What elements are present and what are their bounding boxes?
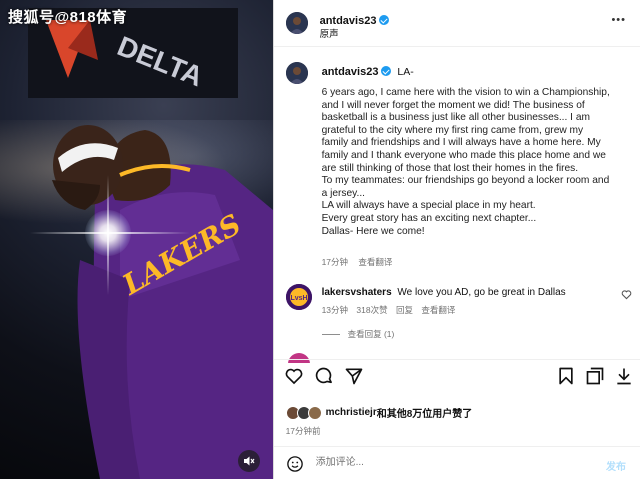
- action-bar: [284, 366, 631, 394]
- add-comment-bar: 发布: [273, 446, 640, 480]
- caption-translate-link[interactable]: 查看翻译: [358, 257, 392, 267]
- heart-icon[interactable]: [284, 366, 304, 386]
- caption-meta: 17分钟 查看翻译: [322, 256, 393, 268]
- smiley-icon[interactable]: [286, 455, 304, 473]
- comment-time: 13分钟: [321, 305, 349, 315]
- caption-line: and I will never forget the moment we di…: [321, 99, 585, 111]
- post-caption: 6 years ago, I came here with the vision…: [322, 87, 627, 238]
- comment-body: lakersvshaters We love you AD, go be gre…: [322, 287, 612, 298]
- comment-icon[interactable]: [314, 366, 334, 386]
- caption-line: To my teammates: our friendships go beyo…: [321, 175, 610, 187]
- post-side-panel: antdavis23 原声 ••• antdavis23 LA- 6 years…: [272, 0, 640, 480]
- verified-badge-icon: [381, 66, 392, 76]
- player-figure: LAKERS: [52, 125, 273, 479]
- post-comment-button[interactable]: 发布: [606, 458, 626, 473]
- commenter-username[interactable]: lakersvshaters: [322, 287, 392, 298]
- caption-line: LA will always have a special place in m…: [321, 200, 536, 212]
- bookmark-icon[interactable]: [556, 366, 576, 386]
- heart-outline-icon[interactable]: [621, 289, 632, 300]
- commenter-avatar[interactable]: LvsH: [285, 284, 312, 310]
- liker-username[interactable]: mchristiejr: [326, 407, 377, 418]
- verified-badge-icon: [379, 15, 390, 25]
- speaker-muted-icon: [244, 456, 255, 466]
- liker-avatar: [307, 405, 322, 420]
- source-watermark: 搜狐号@818体育: [8, 9, 128, 26]
- more-dots-icon[interactable]: •••: [611, 14, 626, 26]
- caption-line: family and friendships and I will always…: [321, 137, 601, 149]
- caption-line: basketball is a business just like all o…: [321, 112, 590, 124]
- next-comment-avatar: [287, 353, 310, 363]
- post-header: antdavis23 原声 •••: [273, 0, 640, 47]
- mute-toggle-button[interactable]: [238, 450, 260, 472]
- caption-time: 17分钟: [321, 257, 349, 267]
- caption-line: a jersey...: [321, 187, 365, 199]
- send-icon[interactable]: [344, 366, 364, 386]
- reply-link[interactable]: 回复: [396, 305, 413, 315]
- caption-line: grateful to the city where my first ring…: [321, 124, 584, 136]
- download-icon[interactable]: [614, 366, 634, 386]
- caption-line: Dallas- Here we come!: [321, 225, 425, 237]
- caption-opening: LA-: [397, 66, 414, 78]
- post-photo[interactable]: DELTA LAKERS 搜狐号@818体育: [0, 0, 273, 479]
- comment-text: We love you AD, go be great in Dallas: [397, 287, 566, 298]
- comment-like-count[interactable]: 318次赞: [356, 305, 387, 315]
- svg-text:LvsH: LvsH: [290, 295, 307, 302]
- caption-author-avatar[interactable]: [285, 62, 308, 84]
- comment-translate-link[interactable]: 查看翻译: [421, 305, 455, 315]
- caption-line: are still thinking of those that lost th…: [321, 162, 579, 174]
- caption-line: Every great story has an exciting next c…: [321, 212, 537, 224]
- comment-input[interactable]: [313, 456, 518, 469]
- audio-label[interactable]: 原声: [320, 26, 339, 40]
- caption-line: 6 years ago, I came here with the vision…: [321, 87, 610, 98]
- comment-meta: 13分钟 318次赞 回复 查看翻译: [322, 304, 456, 316]
- instagram-post-view: DELTA LAKERS 搜狐号@818体育 antdavis23 原声 •••…: [0, 0, 640, 479]
- caption-line: family and I thank everyone who made thi…: [321, 149, 606, 161]
- caption-username[interactable]: antdavis23: [322, 66, 379, 78]
- author-avatar[interactable]: [285, 12, 308, 34]
- view-replies-link[interactable]: 查看回复 (1): [321, 328, 395, 340]
- likes-rest[interactable]: 和其他8万位用户赞了: [377, 405, 473, 420]
- view-replies-label[interactable]: 查看回复 (1): [348, 328, 395, 340]
- post-time: 17分钟前: [285, 426, 321, 436]
- collection-icon[interactable]: [585, 366, 605, 386]
- likes-summary[interactable]: mchristiejr 和其他8万位用户赞了: [285, 405, 473, 420]
